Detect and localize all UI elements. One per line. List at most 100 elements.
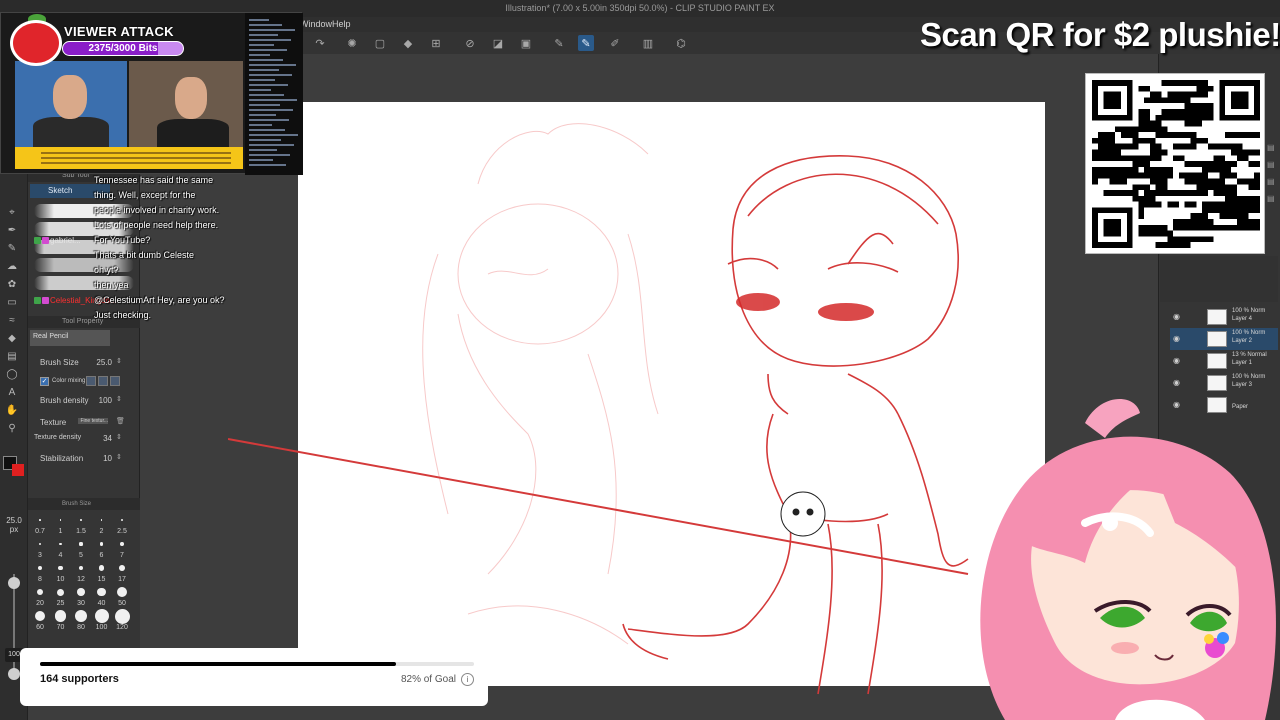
mix-mode-button[interactable]	[98, 376, 108, 386]
brush-size-preset[interactable]	[74, 609, 88, 623]
stabilization-value[interactable]: 10	[94, 454, 112, 463]
brush-size-preset[interactable]	[38, 542, 42, 546]
texture-value[interactable]: Fine textur...	[78, 418, 108, 424]
texture-row[interactable]: Texture Fine textur... 🗑	[28, 416, 140, 430]
fill-icon[interactable]: ◆	[400, 35, 416, 51]
brush-size-preset[interactable]	[58, 565, 63, 571]
pen-icon[interactable]: ✎	[551, 35, 567, 51]
brush-size-preset[interactable]	[120, 542, 124, 546]
figure-icon[interactable]: ◯	[4, 366, 20, 382]
brush-size-preset[interactable]	[94, 609, 109, 623]
redo-icon[interactable]: ↷	[312, 35, 328, 51]
help-icon[interactable]: ⌬	[673, 35, 689, 51]
brush-size-preset[interactable]	[59, 519, 62, 521]
menu-window[interactable]: Window	[300, 19, 332, 29]
select-all-icon[interactable]: ▣	[518, 35, 534, 51]
stabilization-row[interactable]: Stabilization 10 ⇕	[28, 452, 140, 466]
brush-size-preset[interactable]	[38, 566, 42, 570]
texture-density-row[interactable]: Texture density 34 ⇕	[28, 432, 140, 446]
visibility-eye-icon[interactable]: ◉	[1173, 378, 1183, 388]
brush-size-preset[interactable]	[39, 519, 41, 521]
visibility-eye-icon[interactable]: ◉	[1173, 334, 1183, 344]
hand-icon[interactable]: ✋	[4, 402, 20, 418]
zoom-slider-handle[interactable]	[8, 577, 20, 589]
brush-size-preset[interactable]	[100, 519, 103, 521]
brush-size-preset[interactable]	[77, 588, 85, 596]
visibility-eye-icon[interactable]: ◉	[1173, 356, 1183, 366]
chat-badge-icon	[42, 237, 49, 244]
brush-size-preset[interactable]	[54, 610, 67, 622]
mix-mode-button[interactable]	[110, 376, 120, 386]
tomato-icon	[10, 20, 62, 66]
ruler-icon[interactable]: ▥	[640, 35, 656, 51]
sub-color-swatch[interactable]	[12, 464, 24, 476]
brush-size-preset[interactable]	[99, 542, 104, 546]
brush-size-preset[interactable]	[79, 542, 83, 546]
texture-density-value[interactable]: 34	[94, 434, 112, 443]
settings-icon[interactable]: ✺	[344, 35, 360, 51]
opacity-slider-handle[interactable]	[8, 668, 20, 680]
menu-help[interactable]: Help	[332, 19, 351, 29]
info-icon[interactable]: i	[461, 673, 474, 686]
texture-clear-icon[interactable]: 🗑	[116, 417, 125, 429]
brush-size-preset[interactable]	[117, 587, 127, 597]
pen-tool-icon[interactable]: ✒	[4, 222, 20, 238]
brush-size-preset[interactable]	[97, 587, 106, 597]
color-mixing-row[interactable]: ✓ Color mixing	[28, 376, 140, 390]
panel-icon[interactable]: ▤	[1267, 177, 1277, 187]
invert-selection-icon[interactable]: ◪	[490, 35, 506, 51]
stabilization-stepper[interactable]: ⇕	[116, 453, 124, 465]
texture-density-stepper[interactable]: ⇕	[116, 433, 124, 445]
decoration-icon[interactable]: ✿	[4, 276, 20, 292]
brush-tool-icon[interactable]: ✎	[4, 240, 20, 256]
zoom-tool-icon[interactable]: ⚲	[4, 420, 20, 436]
layer-name: Layer 2	[1232, 338, 1253, 344]
layer-row[interactable]: ◉ 100 % Norm Layer 2	[1170, 328, 1278, 350]
text-icon[interactable]: A	[4, 384, 20, 400]
brush-size-preset-label: 25	[56, 600, 65, 607]
mix-mode-button[interactable]	[86, 376, 96, 386]
airbrush-icon[interactable]: ☁	[4, 258, 20, 274]
brush-size-preset[interactable]	[57, 588, 64, 596]
chibi-sticker	[780, 491, 826, 537]
chat-text: thing. Well, except for the	[94, 190, 196, 200]
brush-size-preset[interactable]	[98, 565, 105, 571]
pencil-icon[interactable]: ✎	[578, 35, 594, 51]
person-face	[53, 75, 87, 119]
layer-row[interactable]: ◉ 100 % Norm Layer 4	[1170, 306, 1278, 328]
chat-feed-line	[249, 139, 281, 141]
brush-icon[interactable]: ✐	[607, 35, 623, 51]
brush-size-value[interactable]: 25.0	[94, 358, 112, 367]
brush-density-stepper[interactable]: ⇕	[116, 395, 124, 407]
eyedropper-icon[interactable]: ⌖	[4, 204, 20, 220]
clear-icon[interactable]: ▢	[372, 35, 388, 51]
brush-size-preset-label: 120	[116, 624, 128, 631]
brush-density-row[interactable]: Brush density 100 ⇕	[28, 394, 140, 408]
deselect-icon[interactable]: ⊘	[462, 35, 478, 51]
brush-size-preset[interactable]	[36, 588, 44, 596]
chat-username[interactable]: gabriel...	[50, 236, 81, 245]
brush-size-preset[interactable]	[34, 610, 46, 622]
fill-tool-icon[interactable]: ◆	[4, 330, 20, 346]
layer-row[interactable]: ◉ 100 % Norm Layer 3	[1170, 372, 1278, 394]
brush-density-value[interactable]: 100	[94, 396, 112, 405]
blend-icon[interactable]: ≈	[4, 312, 20, 328]
color-mixing-checkbox[interactable]: ✓	[40, 377, 49, 386]
transform-icon[interactable]: ⊞	[428, 35, 444, 51]
layer-row[interactable]: ◉ 13 % Normal Layer 1	[1170, 350, 1278, 372]
brush-size-preset[interactable]	[80, 519, 82, 521]
panel-icon[interactable]: ▤	[1267, 194, 1277, 204]
brush-size-preset[interactable]	[59, 542, 62, 546]
brush-size-preset[interactable]	[78, 565, 84, 571]
brush-size-stepper[interactable]: ⇕	[116, 357, 124, 369]
brush-size-preset[interactable]	[114, 608, 130, 624]
gradient-icon[interactable]: ▤	[4, 348, 20, 364]
brush-size-preset[interactable]	[120, 518, 124, 522]
panel-icon[interactable]: ▤	[1267, 143, 1277, 153]
brush-size-preset[interactable]	[119, 565, 125, 571]
brush-size-row[interactable]: Brush Size 25.0 ⇕	[28, 356, 140, 370]
panel-icon[interactable]: ▤	[1267, 160, 1277, 170]
eraser-icon[interactable]: ▭	[4, 294, 20, 310]
visibility-eye-icon[interactable]: ◉	[1173, 312, 1183, 322]
chat-feed-line	[249, 49, 287, 51]
